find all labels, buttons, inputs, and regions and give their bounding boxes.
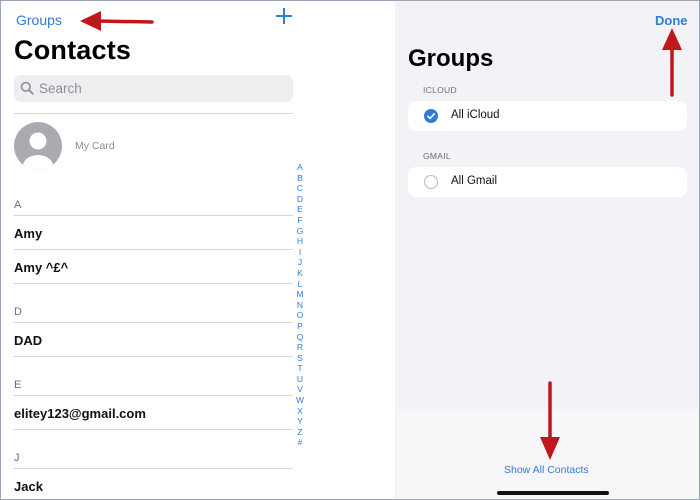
contact-row[interactable]: elitey123@gmail.com [14, 406, 146, 421]
groups-title: Groups [408, 45, 494, 72]
index-letter[interactable]: Q [293, 332, 307, 343]
page-title: Contacts [14, 35, 132, 65]
section-header-e: E [14, 379, 22, 391]
index-letter[interactable]: E [293, 204, 307, 215]
index-letter[interactable]: I [293, 247, 307, 258]
add-contact-button[interactable] [274, 6, 294, 26]
empty-circle-icon[interactable] [424, 175, 438, 189]
index-letter[interactable]: W [293, 395, 307, 406]
section-header-a: A [14, 199, 22, 211]
divider [14, 429, 293, 430]
index-letter[interactable]: T [293, 363, 307, 374]
arrow-left-icon [80, 11, 154, 31]
divider [14, 322, 293, 323]
divider [14, 468, 293, 469]
contact-row[interactable]: Amy [14, 226, 42, 241]
index-letter[interactable]: F [293, 215, 307, 226]
index-letter[interactable]: V [293, 384, 307, 395]
arrow-down-icon [540, 381, 560, 460]
index-letter[interactable]: J [293, 257, 307, 268]
section-header-gmail: GMAIL [423, 151, 451, 161]
divider [14, 215, 293, 216]
index-letter[interactable]: O [293, 310, 307, 321]
contact-row[interactable]: DAD [14, 333, 42, 348]
index-letter[interactable]: S [293, 353, 307, 364]
search-placeholder: Search [39, 81, 82, 96]
group-label: All iCloud [451, 109, 500, 121]
search-input[interactable]: Search [14, 75, 293, 102]
index-letter[interactable]: C [293, 183, 307, 194]
contacts-pane: Groups Contacts Search My Card A Amy Amy… [1, 1, 307, 499]
index-letter[interactable]: B [293, 173, 307, 184]
divider [14, 113, 293, 114]
divider [14, 283, 293, 284]
index-letter[interactable]: K [293, 268, 307, 279]
arrow-up-icon [662, 28, 682, 97]
divider [14, 249, 293, 250]
section-header-icloud: ICLOUD [423, 85, 457, 95]
index-letter[interactable]: M [293, 289, 307, 300]
alphabet-index[interactable]: A B C D E F G H I J K L M N O P Q R S T … [293, 162, 307, 448]
index-letter[interactable]: P [293, 321, 307, 332]
index-letter[interactable]: L [293, 279, 307, 290]
index-letter[interactable]: D [293, 194, 307, 205]
group-row-all-icloud[interactable]: All iCloud [408, 101, 687, 131]
contact-row[interactable]: Jack [14, 479, 43, 494]
my-card-label[interactable]: My Card [75, 140, 115, 152]
avatar[interactable] [14, 122, 62, 170]
checkmark-icon[interactable] [424, 109, 438, 123]
group-row-all-gmail[interactable]: All Gmail [408, 167, 687, 197]
index-letter[interactable]: N [293, 300, 307, 311]
home-indicator [497, 491, 609, 495]
search-icon [20, 81, 34, 95]
done-button[interactable]: Done [655, 13, 688, 28]
index-letter[interactable]: G [293, 226, 307, 237]
index-letter[interactable]: U [293, 374, 307, 385]
screenshot-frame: Groups Contacts Search My Card A Amy Amy… [0, 0, 700, 500]
index-letter[interactable]: Z [293, 427, 307, 438]
section-header-j: J [14, 452, 20, 464]
groups-nav-button[interactable]: Groups [16, 12, 62, 28]
index-letter[interactable]: # [293, 437, 307, 448]
index-letter[interactable]: R [293, 342, 307, 353]
section-header-d: D [14, 306, 22, 318]
show-all-contacts-button[interactable]: Show All Contacts [504, 464, 589, 476]
index-letter[interactable]: A [293, 162, 307, 173]
contact-row[interactable]: Amy ^£^ [14, 260, 68, 275]
group-label: All Gmail [451, 175, 498, 187]
index-letter[interactable]: X [293, 406, 307, 417]
index-letter[interactable]: H [293, 236, 307, 247]
divider [14, 395, 293, 396]
person-icon [23, 132, 53, 170]
divider [14, 356, 293, 357]
index-letter[interactable]: Y [293, 416, 307, 427]
